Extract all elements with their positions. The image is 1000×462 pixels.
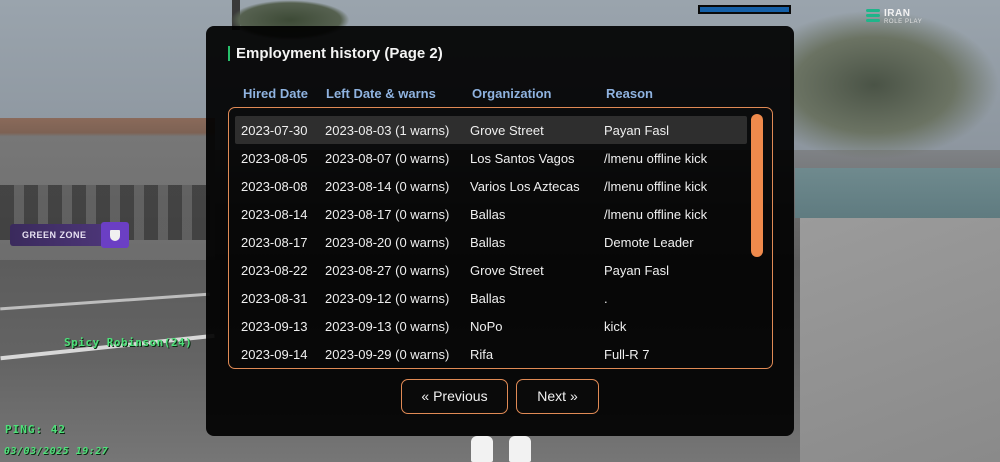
dialog-title: Employment history (Page 2) xyxy=(228,43,443,63)
reason: /lmenu offline kick xyxy=(604,207,708,222)
list-item[interactable]: 2023-07-30 2023-08-03 (1 warns) Grove St… xyxy=(235,116,747,144)
column-header-left-date: Left Date & warns xyxy=(326,86,436,101)
hired-date: 2023-07-30 xyxy=(241,123,308,138)
organization: Los Santos Vagos xyxy=(470,151,575,166)
dialog-title-text: Employment history (Page 2) xyxy=(236,44,443,62)
zone-label: GREEN ZONE xyxy=(10,224,101,246)
reason: /lmenu offline kick xyxy=(604,151,708,166)
list-item[interactable]: 2023-08-17 2023-08-20 (0 warns) Ballas D… xyxy=(235,228,747,256)
health-bar xyxy=(698,5,791,14)
reason: Demote Leader xyxy=(604,235,694,250)
ping-readout: PING: 42 xyxy=(5,423,66,436)
left-date: 2023-09-13 (0 warns) xyxy=(325,319,450,334)
logo-title: IRAN xyxy=(884,8,911,19)
list-item[interactable]: 2023-08-05 2023-08-07 (0 warns) Los Sant… xyxy=(235,144,747,172)
left-date: 2023-08-07 (0 warns) xyxy=(325,151,450,166)
logo-icon xyxy=(866,9,880,23)
logo-subtitle: ROLE PLAY xyxy=(884,19,923,25)
player-nametag: Spicy Robinson(24) xyxy=(64,336,193,349)
column-header-reason: Reason xyxy=(606,86,653,101)
left-date: 2023-08-03 (1 warns) xyxy=(325,123,450,138)
reason: . xyxy=(604,291,608,306)
employment-list[interactable]: 2023-07-30 2023-08-03 (1 warns) Grove St… xyxy=(228,107,773,369)
server-logo: IRAN ROLE PLAY xyxy=(866,6,936,28)
hired-date: 2023-09-14 xyxy=(241,347,308,362)
title-accent-bar xyxy=(228,45,230,61)
organization: Grove Street xyxy=(470,263,544,278)
left-date: 2023-08-17 (0 warns) xyxy=(325,207,450,222)
reason: /lmenu offline kick xyxy=(604,179,708,194)
hired-date: 2023-08-08 xyxy=(241,179,308,194)
left-date: 2023-09-29 (0 warns) xyxy=(325,347,450,362)
hired-date: 2023-08-05 xyxy=(241,151,308,166)
column-header-organization: Organization xyxy=(472,86,552,101)
organization: Varios Los Aztecas xyxy=(470,179,580,194)
reason: kick xyxy=(604,319,627,334)
date-time-readout: 03/03/2025 19:27 xyxy=(4,446,109,457)
organization: Ballas xyxy=(470,207,506,222)
hired-date: 2023-08-14 xyxy=(241,207,308,222)
hired-date: 2023-09-13 xyxy=(241,319,308,334)
reason: Payan Fasl xyxy=(604,123,670,138)
list-item[interactable]: 2023-09-14 2023-09-29 (0 warns) Rifa Ful… xyxy=(235,340,747,368)
reason: Payan Fasl xyxy=(604,263,670,278)
green-zone-indicator: GREEN ZONE xyxy=(10,222,129,248)
left-date: 2023-08-27 (0 warns) xyxy=(325,263,450,278)
player-character xyxy=(465,432,540,462)
organization: Ballas xyxy=(470,291,506,306)
scrollbar-thumb[interactable] xyxy=(751,114,763,257)
organization: Rifa xyxy=(470,347,494,362)
list-item[interactable]: 2023-08-14 2023-08-17 (0 warns) Ballas /… xyxy=(235,200,747,228)
shield-icon xyxy=(100,222,129,248)
tree xyxy=(790,10,1000,160)
list-item[interactable]: 2023-08-08 2023-08-14 (0 warns) Varios L… xyxy=(235,172,747,200)
employment-history-dialog: Employment history (Page 2) Hired Date L… xyxy=(206,26,794,436)
organization: NoPo xyxy=(470,319,503,334)
next-page-button[interactable]: Next » xyxy=(516,379,599,414)
left-date: 2023-08-14 (0 warns) xyxy=(325,179,450,194)
left-date: 2023-08-20 (0 warns) xyxy=(325,235,450,250)
left-date: 2023-09-12 (0 warns) xyxy=(325,291,450,306)
organization: Grove Street xyxy=(470,123,544,138)
previous-page-button[interactable]: « Previous xyxy=(401,379,508,414)
column-header-hired-date: Hired Date xyxy=(243,86,309,101)
hired-date: 2023-08-17 xyxy=(241,235,308,250)
reason: Full-R 7 xyxy=(604,347,650,362)
sidewalk xyxy=(800,218,1000,462)
hired-date: 2023-08-31 xyxy=(241,291,308,306)
list-item[interactable]: 2023-08-22 2023-08-27 (0 warns) Grove St… xyxy=(235,256,747,284)
list-item[interactable]: 2023-09-13 2023-09-13 (0 warns) NoPo kic… xyxy=(235,312,747,340)
hired-date: 2023-08-22 xyxy=(241,263,308,278)
organization: Ballas xyxy=(470,235,506,250)
list-item[interactable]: 2023-08-31 2023-09-12 (0 warns) Ballas . xyxy=(235,284,747,312)
fence-wall xyxy=(795,168,1000,218)
